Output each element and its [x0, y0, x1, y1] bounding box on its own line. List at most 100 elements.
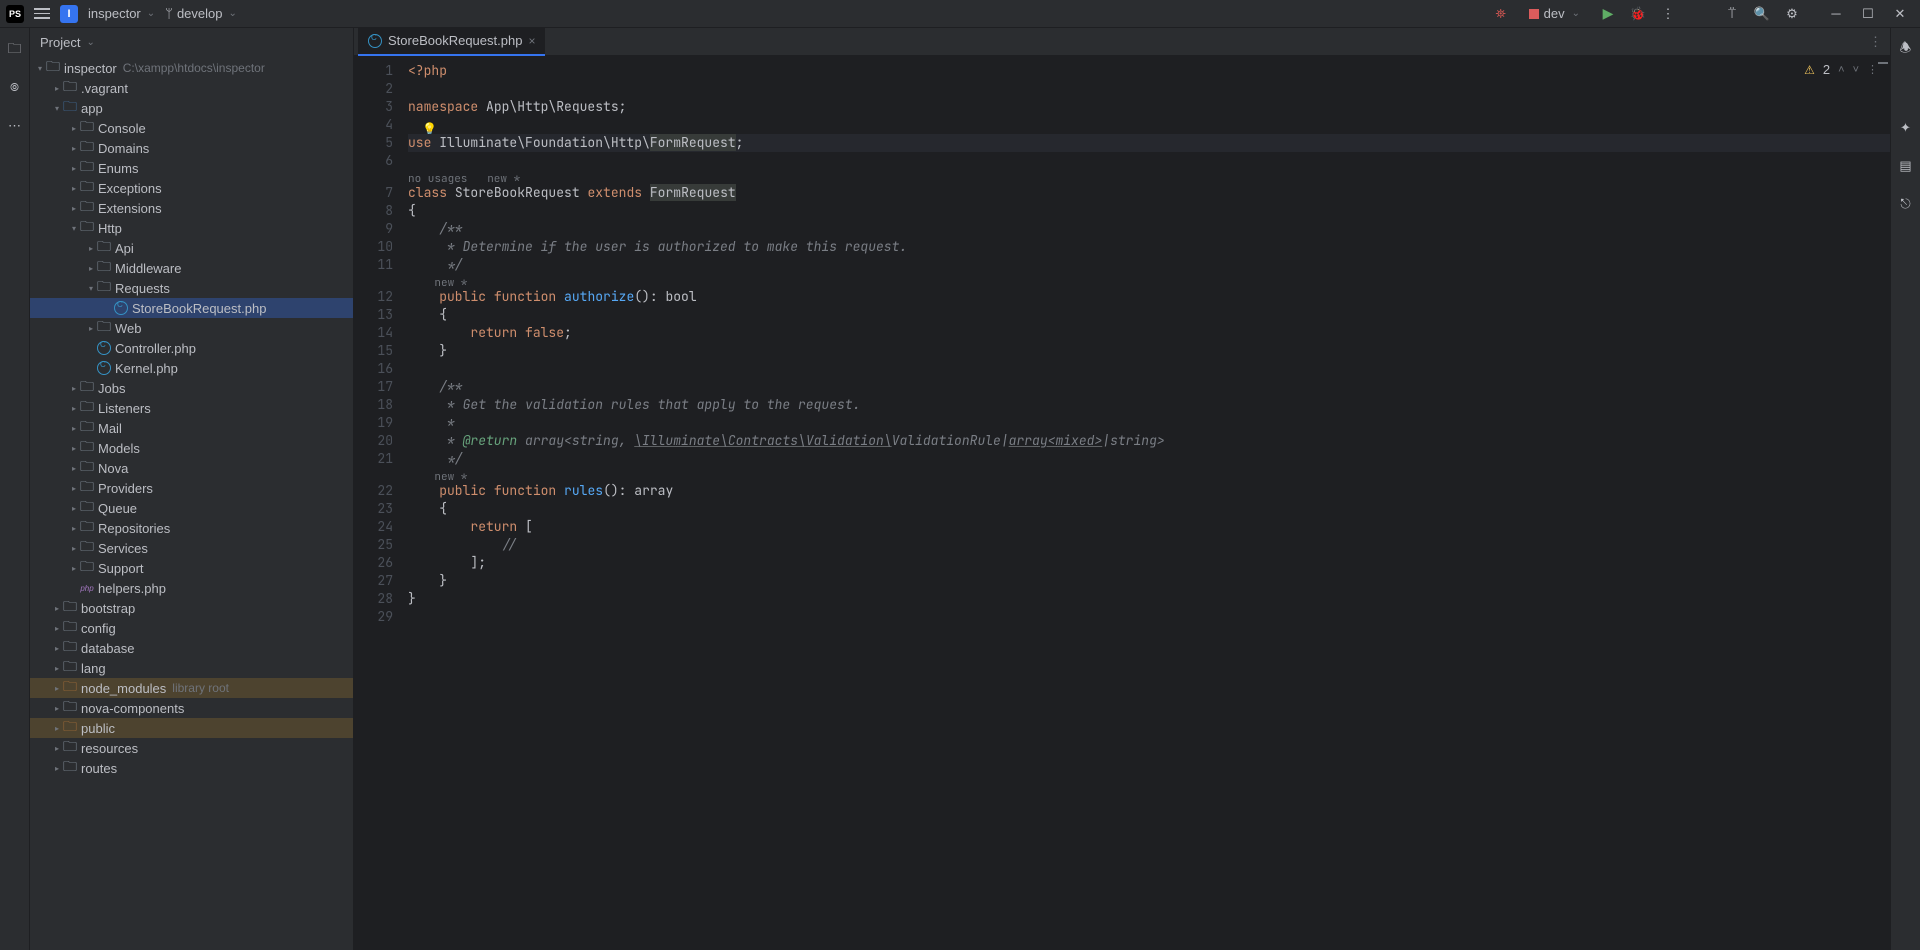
tree-arrow-icon[interactable]: ▸: [51, 724, 63, 733]
tree-item[interactable]: ▸Domains: [30, 138, 353, 158]
tree-arrow-icon[interactable]: ▸: [51, 684, 63, 693]
code-line[interactable]: {: [408, 202, 1890, 220]
code-line[interactable]: 💡: [408, 116, 1890, 134]
ai-assistant-icon[interactable]: ✦: [1896, 118, 1916, 138]
code-line[interactable]: * @return array<string, \Illuminate\Cont…: [408, 432, 1890, 450]
code-line[interactable]: {: [408, 306, 1890, 324]
code-line[interactable]: ];: [408, 554, 1890, 572]
code-line[interactable]: use Illuminate\Foundation\Http\FormReque…: [408, 134, 1890, 152]
settings-icon[interactable]: ⚙: [1784, 6, 1800, 22]
tree-arrow-icon[interactable]: ▸: [68, 384, 80, 393]
tree-item[interactable]: ▸Console: [30, 118, 353, 138]
tree-item[interactable]: ▸Mail: [30, 418, 353, 438]
app-logo[interactable]: PS: [6, 5, 24, 23]
tree-arrow-icon[interactable]: ▾: [51, 104, 63, 113]
tree-arrow-icon[interactable]: ▸: [68, 424, 80, 433]
code-line[interactable]: return [: [408, 518, 1890, 536]
code-line[interactable]: public function rules(): array: [408, 482, 1890, 500]
prev-highlight-icon[interactable]: ˄: [1838, 64, 1844, 76]
tree-item[interactable]: ▸lang: [30, 658, 353, 678]
code-line[interactable]: * Determine if the user is authorized to…: [408, 238, 1890, 256]
code-line[interactable]: [408, 80, 1890, 98]
tree-item[interactable]: ▸bootstrap: [30, 598, 353, 618]
search-icon[interactable]: 🔍: [1754, 6, 1770, 22]
tree-item[interactable]: ▸Queue: [30, 498, 353, 518]
tree-arrow-icon[interactable]: ▸: [51, 764, 63, 773]
project-tree[interactable]: ▾inspectorC:\xampp\htdocs\inspector▸.vag…: [30, 56, 353, 950]
tree-item[interactable]: ▸.vagrant: [30, 78, 353, 98]
run-config-selector[interactable]: dev: [1523, 4, 1586, 23]
tree-arrow-icon[interactable]: ▾: [85, 284, 97, 293]
tree-arrow-icon[interactable]: ▸: [51, 644, 63, 653]
close-button[interactable]: ✕: [1886, 4, 1914, 24]
tree-item[interactable]: ▸Api: [30, 238, 353, 258]
tree-arrow-icon[interactable]: ▸: [68, 464, 80, 473]
tree-arrow-icon[interactable]: ▸: [85, 244, 97, 253]
tab-close-icon[interactable]: ×: [528, 34, 535, 48]
code-line[interactable]: /**: [408, 220, 1890, 238]
code-line[interactable]: {: [408, 500, 1890, 518]
tree-arrow-icon[interactable]: ▸: [51, 664, 63, 673]
tree-arrow-icon[interactable]: ▸: [68, 144, 80, 153]
inspection-widget[interactable]: ⚠ 2 ˄ ˅ ⋮: [1804, 62, 1878, 77]
project-tool-icon[interactable]: 🗀: [5, 40, 25, 60]
tree-arrow-icon[interactable]: ▸: [68, 564, 80, 573]
code-line[interactable]: return false;: [408, 324, 1890, 342]
code-line[interactable]: /**: [408, 378, 1890, 396]
main-menu-icon[interactable]: [34, 8, 50, 19]
git-branch-selector[interactable]: ᛘ develop: [165, 6, 237, 21]
tree-item[interactable]: Kernel.php: [30, 358, 353, 378]
tree-arrow-icon[interactable]: ▸: [68, 524, 80, 533]
tree-arrow-icon[interactable]: ▸: [68, 204, 80, 213]
tree-item[interactable]: ▸Jobs: [30, 378, 353, 398]
tree-item[interactable]: ▸config: [30, 618, 353, 638]
tree-arrow-icon[interactable]: ▸: [51, 604, 63, 613]
tree-arrow-icon[interactable]: ▸: [68, 504, 80, 513]
tree-arrow-icon[interactable]: ▸: [68, 444, 80, 453]
code-line[interactable]: public function authorize(): bool: [408, 288, 1890, 306]
code-editor[interactable]: 1234567891011121314151617181920212223242…: [354, 56, 1890, 950]
code-line[interactable]: [408, 360, 1890, 378]
tree-item[interactable]: ▸Enums: [30, 158, 353, 178]
database-tool-icon[interactable]: ▤: [1896, 156, 1916, 176]
tree-item[interactable]: ▸database: [30, 638, 353, 658]
maximize-button[interactable]: ☐: [1854, 4, 1882, 24]
code-line[interactable]: }: [408, 342, 1890, 360]
remote-host-icon[interactable]: ⎋: [1896, 194, 1916, 214]
tree-item[interactable]: Controller.php: [30, 338, 353, 358]
tree-item[interactable]: ▸Repositories: [30, 518, 353, 538]
code-line[interactable]: [408, 152, 1890, 170]
code-line[interactable]: }: [408, 572, 1890, 590]
tree-arrow-icon[interactable]: ▸: [68, 124, 80, 133]
tree-item[interactable]: ▸Models: [30, 438, 353, 458]
tree-item[interactable]: ▸Nova: [30, 458, 353, 478]
editor-tab[interactable]: StoreBookRequest.php ×: [358, 28, 545, 56]
code-line[interactable]: }: [408, 590, 1890, 608]
tree-root[interactable]: ▾inspectorC:\xampp\htdocs\inspector: [30, 58, 353, 78]
tree-arrow-icon[interactable]: ▸: [51, 624, 63, 633]
tree-item[interactable]: ▸Providers: [30, 478, 353, 498]
tree-item[interactable]: ▾Requests: [30, 278, 353, 298]
code-line[interactable]: * Get the validation rules that apply to…: [408, 396, 1890, 414]
tree-item[interactable]: phphelpers.php: [30, 578, 353, 598]
tree-item[interactable]: ▸node_moduleslibrary root: [30, 678, 353, 698]
tab-more-icon[interactable]: ⋮: [1869, 34, 1890, 50]
notifications-icon[interactable]: 🕭: [1896, 40, 1916, 60]
tree-arrow-icon[interactable]: ▸: [68, 544, 80, 553]
tree-item[interactable]: ▸Services: [30, 538, 353, 558]
tree-arrow-icon[interactable]: ▸: [68, 484, 80, 493]
project-avatar[interactable]: I: [60, 5, 78, 23]
tree-item[interactable]: ▾app: [30, 98, 353, 118]
tree-arrow-icon[interactable]: ▸: [68, 164, 80, 173]
tree-item[interactable]: ▸Extensions: [30, 198, 353, 218]
tree-arrow-icon[interactable]: ▸: [51, 704, 63, 713]
project-panel-header[interactable]: Project: [30, 28, 353, 56]
code-line[interactable]: class StoreBookRequest extends FormReque…: [408, 184, 1890, 202]
code-line[interactable]: */: [408, 450, 1890, 468]
inspection-more-icon[interactable]: ⋮: [1867, 63, 1878, 76]
tree-arrow-icon[interactable]: ▸: [68, 404, 80, 413]
tree-item[interactable]: ▾Http: [30, 218, 353, 238]
code-line[interactable]: *: [408, 414, 1890, 432]
tree-item[interactable]: ▸Listeners: [30, 398, 353, 418]
tree-item[interactable]: StoreBookRequest.php: [30, 298, 353, 318]
